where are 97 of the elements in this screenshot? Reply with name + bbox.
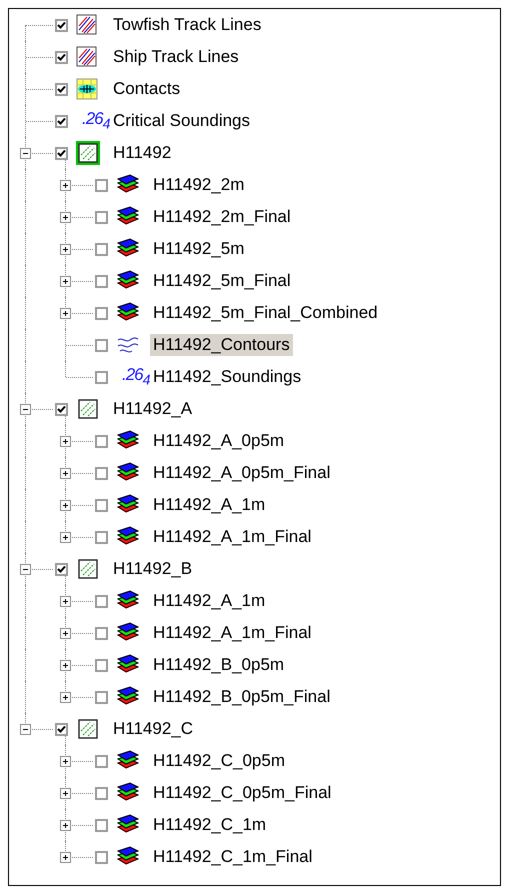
plus-icon xyxy=(61,469,70,478)
layer-label[interactable]: H11492_Soundings xyxy=(150,366,304,388)
layer-checkbox[interactable] xyxy=(55,722,68,736)
plus-icon xyxy=(61,821,70,830)
layer-checkbox[interactable] xyxy=(95,626,108,640)
plus-icon xyxy=(61,661,70,670)
layer-checkbox[interactable] xyxy=(55,50,68,64)
plus-icon xyxy=(61,309,70,318)
layer-checkbox[interactable] xyxy=(95,594,108,608)
track-lines-icon xyxy=(76,14,98,36)
layer-label[interactable]: H11492_5m_Final xyxy=(150,270,294,292)
layer-label[interactable]: Towfish Track Lines xyxy=(110,14,264,36)
plus-icon xyxy=(61,597,70,606)
layer-label[interactable]: H11492_A xyxy=(110,398,196,420)
collapse-button[interactable] xyxy=(20,148,31,159)
layer-label[interactable]: Contacts xyxy=(110,78,184,100)
expand-button[interactable] xyxy=(60,276,71,287)
layer-label[interactable]: H11492_A_1m xyxy=(150,590,268,612)
layer-label[interactable]: H11492_A_1m_Final xyxy=(150,526,314,548)
layer-label[interactable]: H11492_A_0p5m xyxy=(150,430,288,452)
layer-checkbox[interactable] xyxy=(95,818,108,832)
layer-label[interactable]: H11492_B_0p5m xyxy=(150,654,288,676)
layer-label[interactable]: H11492_2m_Final xyxy=(150,206,294,228)
expand-button[interactable] xyxy=(60,532,71,543)
expand-button[interactable] xyxy=(60,308,71,319)
layer-checkbox[interactable] xyxy=(95,210,108,224)
layer-label[interactable]: H11492_B_0p5m_Final xyxy=(150,686,334,708)
plus-icon xyxy=(61,693,70,702)
plus-icon xyxy=(61,437,70,446)
layer-checkbox[interactable] xyxy=(55,82,68,96)
layer-label[interactable]: H11492_C_1m_Final xyxy=(150,846,316,868)
layer-label[interactable]: H11492_C_0p5m_Final xyxy=(150,782,334,804)
layer-checkbox[interactable] xyxy=(55,402,68,416)
track-lines-icon xyxy=(76,46,98,68)
layer-checkbox[interactable] xyxy=(95,434,108,448)
expand-button[interactable] xyxy=(60,692,71,703)
layer-checkbox[interactable] xyxy=(95,530,108,544)
plus-icon xyxy=(61,533,70,542)
expand-button[interactable] xyxy=(60,500,71,511)
plus-icon xyxy=(61,789,70,798)
layer-label[interactable]: H11492_C_0p5m xyxy=(150,750,288,772)
expand-button[interactable] xyxy=(60,756,71,767)
layer-checkbox[interactable] xyxy=(95,306,108,320)
layer-checkbox[interactable] xyxy=(95,786,108,800)
layer-checkbox[interactable] xyxy=(95,754,108,768)
plus-icon xyxy=(61,213,70,222)
layer-checkbox[interactable] xyxy=(55,18,68,32)
layer-label[interactable]: H11492_A_0p5m_Final xyxy=(150,462,334,484)
layer-label[interactable]: H11492_B xyxy=(110,558,196,580)
layer-label[interactable]: H11492 xyxy=(110,142,174,164)
layer-checkbox[interactable] xyxy=(95,466,108,480)
layer-label[interactable]: Ship Track Lines xyxy=(110,46,242,68)
plus-icon xyxy=(61,181,70,190)
expand-button[interactable] xyxy=(60,820,71,831)
layer-label[interactable]: H11492_5m xyxy=(150,238,248,260)
expand-button[interactable] xyxy=(60,212,71,223)
soundings-icon: .26$_{4}$ xyxy=(122,365,150,389)
expand-button[interactable] xyxy=(60,596,71,607)
layer-label[interactable]: H11492_C xyxy=(110,718,196,740)
plus-icon xyxy=(61,277,70,286)
layer-checkbox[interactable] xyxy=(55,146,68,160)
expand-button[interactable] xyxy=(60,468,71,479)
layer-label[interactable]: H11492_A_1m_Final xyxy=(150,622,314,644)
layer-label[interactable]: H11492_5m_Final_Combined xyxy=(150,302,381,324)
layer-checkbox[interactable] xyxy=(95,338,108,352)
layer-label[interactable]: H11492_Contours xyxy=(150,334,293,356)
collapse-button[interactable] xyxy=(20,404,31,415)
collapse-button[interactable] xyxy=(20,564,31,575)
collapse-button[interactable] xyxy=(20,724,31,735)
layer-checkbox[interactable] xyxy=(95,690,108,704)
plus-icon xyxy=(61,245,70,254)
layer-checkbox[interactable] xyxy=(95,178,108,192)
plus-icon xyxy=(61,853,70,862)
layer-checkbox[interactable] xyxy=(55,562,68,576)
expand-button[interactable] xyxy=(60,628,71,639)
layer-checkbox[interactable] xyxy=(55,114,68,128)
layer-checkbox[interactable] xyxy=(95,242,108,256)
layer-checkbox[interactable] xyxy=(95,850,108,864)
layer-checkbox[interactable] xyxy=(95,498,108,512)
contacts-icon xyxy=(76,78,98,100)
expand-button[interactable] xyxy=(60,660,71,671)
layer-checkbox[interactable] xyxy=(95,370,108,384)
expand-button[interactable] xyxy=(60,180,71,191)
layer-label[interactable]: H11492_A_1m xyxy=(150,494,268,516)
layer-checkbox[interactable] xyxy=(95,274,108,288)
plus-icon xyxy=(61,501,70,510)
layer-label[interactable]: H11492_C_1m xyxy=(150,814,270,836)
expand-button[interactable] xyxy=(60,436,71,447)
soundings-icon: .26$_{4}$ xyxy=(82,109,110,133)
plus-icon xyxy=(61,757,70,766)
expand-button[interactable] xyxy=(60,244,71,255)
expand-button[interactable] xyxy=(60,852,71,863)
layer-label[interactable]: Critical Soundings xyxy=(110,110,254,132)
expand-button[interactable] xyxy=(60,788,71,799)
layer-label[interactable]: H11492_2m xyxy=(150,174,248,196)
plus-icon xyxy=(61,629,70,638)
layer-checkbox[interactable] xyxy=(95,658,108,672)
